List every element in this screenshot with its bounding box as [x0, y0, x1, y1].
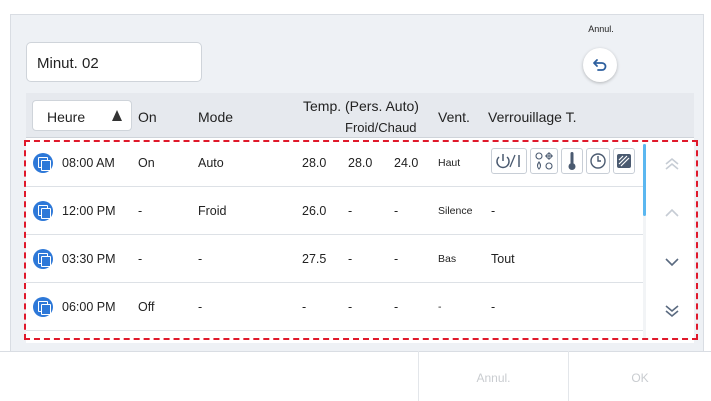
ok-button[interactable]: OK — [568, 351, 711, 401]
row-vent: Silence — [438, 205, 473, 217]
table-row[interactable]: 08:00 AM On Auto 28.0 28.0 24.0 Haut — [26, 139, 646, 187]
table-row[interactable]: 12:00 PM - Froid 26.0 - - Silence - — [26, 187, 646, 235]
back-button[interactable] — [583, 48, 617, 82]
row-vent: - — [438, 301, 442, 313]
scroll-up-button[interactable] — [658, 199, 686, 227]
row-temp-cool: - — [348, 300, 353, 314]
col-lock: Verrouillage T. — [488, 109, 577, 125]
row-on: Off — [138, 300, 155, 314]
scrollbar-thumb[interactable] — [643, 144, 646, 216]
table-row[interactable]: 06:00 PM Off - - - - - - — [26, 283, 646, 331]
row-time: 03:30 PM — [62, 252, 116, 266]
scroll-bottom-button[interactable] — [658, 297, 686, 325]
col-temp-sub: Froid/Chaud — [345, 120, 417, 135]
sort-by-time-button[interactable]: Heure — [32, 100, 132, 131]
row-lock: - — [491, 204, 496, 218]
row-mode: Froid — [198, 204, 227, 218]
row-temp-auto: - — [302, 300, 307, 314]
row-on: On — [138, 156, 155, 170]
mode-icon — [530, 148, 558, 174]
chevron-up-icon — [665, 208, 679, 217]
thermometer-icon — [561, 148, 583, 174]
table-header: Heure On Mode Temp. (Pers. Auto) Froid/C… — [26, 93, 694, 138]
col-mode: Mode — [198, 109, 234, 125]
copy-icon[interactable] — [33, 249, 53, 269]
timer-icon — [586, 148, 610, 174]
double-chevron-up-icon — [665, 157, 679, 170]
row-time: 06:00 PM — [62, 300, 116, 314]
row-mode: - — [198, 300, 203, 314]
row-temp-heat: - — [394, 204, 399, 218]
copy-icon[interactable] — [33, 153, 53, 173]
col-vent: Vent. — [438, 109, 470, 125]
row-time: 08:00 AM — [62, 156, 115, 170]
row-temp-cool: - — [348, 204, 353, 218]
col-temp: Temp. (Pers. Auto) — [303, 98, 419, 114]
timer-screen: Minut. 02 Annul. Heure On Mode Temp. (Pe… — [0, 0, 711, 401]
row-temp-auto: 26.0 — [302, 204, 327, 218]
row-temp-cool: - — [348, 252, 353, 266]
row-temp-auto: 27.5 — [302, 252, 327, 266]
back-control[interactable]: Annul. — [578, 22, 624, 82]
cancel-button[interactable]: Annul. — [418, 351, 568, 401]
scroll-down-button[interactable] — [658, 248, 686, 276]
timer-name-field[interactable]: Minut. 02 — [26, 42, 202, 82]
row-lock: - — [491, 300, 496, 314]
copy-icon[interactable] — [33, 297, 53, 317]
chevron-down-icon — [665, 258, 679, 267]
power-icon — [491, 148, 527, 174]
row-lock: Tout — [491, 252, 515, 266]
row-temp-auto: 28.0 — [302, 156, 327, 170]
scroll-top-button[interactable] — [658, 150, 686, 178]
row-time: 12:00 PM — [62, 204, 116, 218]
row-vent: Bas — [438, 253, 457, 265]
fan-icon — [613, 148, 635, 174]
row-on: - — [138, 252, 143, 266]
schedule-table: Heure On Mode Temp. (Pers. Auto) Froid/C… — [26, 93, 694, 343]
row-temp-cool: 28.0 — [348, 156, 373, 170]
row-mode: Auto — [198, 156, 224, 170]
undo-arrow-icon — [593, 59, 607, 71]
copy-icon[interactable] — [33, 201, 53, 221]
row-temp-heat: 24.0 — [394, 156, 419, 170]
lock-icons — [491, 148, 635, 176]
row-temp-heat: - — [394, 300, 399, 314]
back-label: Annul. — [588, 24, 614, 34]
row-temp-heat: - — [394, 252, 399, 266]
row-vent: Haut — [438, 157, 461, 169]
row-on: - — [138, 204, 143, 218]
table-row[interactable]: 03:30 PM - - 27.5 - - Bas Tout — [26, 235, 646, 283]
sort-label: Heure — [47, 109, 86, 125]
row-mode: - — [198, 252, 203, 266]
sort-up-icon — [112, 110, 122, 121]
col-on: On — [138, 109, 157, 125]
double-chevron-down-icon — [665, 305, 679, 318]
